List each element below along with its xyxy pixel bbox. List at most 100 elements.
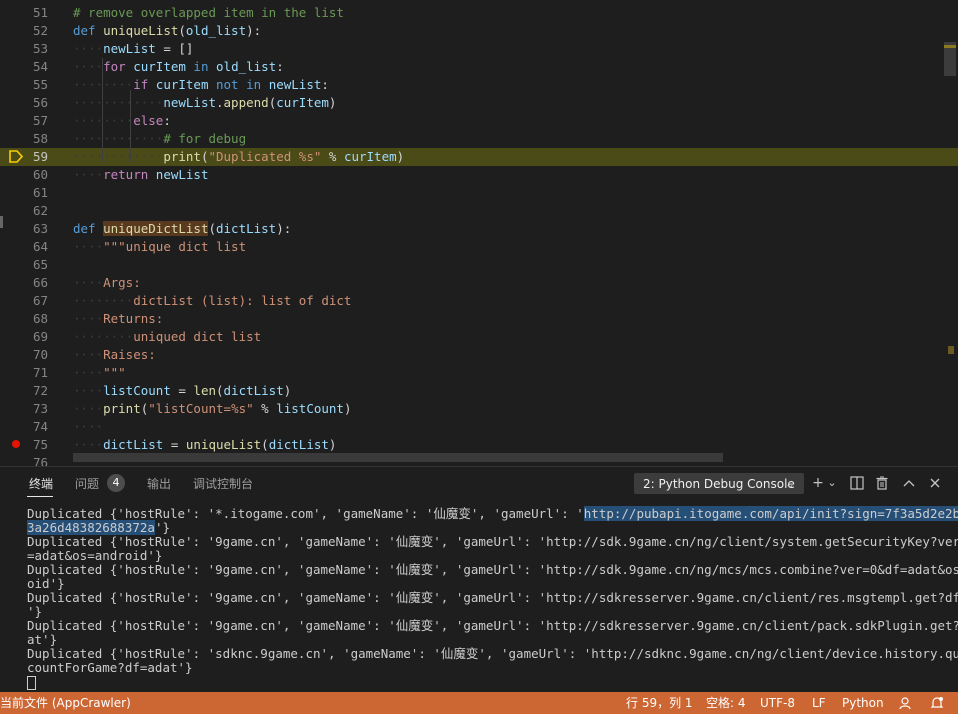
trash-icon[interactable] <box>873 473 891 493</box>
line-number[interactable]: 62 <box>18 202 48 220</box>
code-line[interactable]: 68 ····Returns: <box>0 310 958 328</box>
code-text: ········uniqued dict list <box>73 328 261 346</box>
code-line[interactable]: 65 <box>0 256 958 274</box>
tab-terminal[interactable]: 终端 <box>29 475 53 492</box>
line-number[interactable]: 60 <box>18 166 48 184</box>
line-number[interactable]: 53 <box>18 40 48 58</box>
selected-text: http://pubapi.itogame.com/api/init?sign=… <box>583 506 958 521</box>
status-encoding[interactable]: UTF-8 <box>760 692 795 714</box>
code-token: ) <box>343 401 352 416</box>
code-line[interactable]: 62 <box>0 202 958 220</box>
code-token: curItem <box>343 149 397 164</box>
line-number[interactable]: 71 <box>18 364 48 382</box>
status-eol[interactable]: LF <box>812 692 826 714</box>
notifications-icon[interactable] <box>930 696 944 710</box>
terminal-output[interactable]: Duplicated {'hostRule': '*.itogame.com',… <box>27 506 958 690</box>
tab-problems[interactable]: 问题 <box>75 475 99 492</box>
close-panel-icon[interactable] <box>926 473 944 493</box>
line-number[interactable]: 63 <box>18 220 48 238</box>
code-token: ···· <box>73 275 104 290</box>
line-number[interactable]: 66 <box>18 274 48 292</box>
status-cursor-position[interactable]: 行 59，列 1 <box>626 692 693 714</box>
code-token: uniqueDictList <box>103 221 209 236</box>
breakpoint-dot-icon[interactable] <box>12 440 20 448</box>
code-line[interactable]: 53 ····newList = [] <box>0 40 958 58</box>
code-token: old_list <box>216 59 277 74</box>
code-token: newList <box>163 95 216 110</box>
code-line[interactable]: 59 ············print("Duplicated %s" % cu… <box>0 148 958 166</box>
status-language[interactable]: Python <box>842 692 884 714</box>
code-line[interactable]: 73 ····print("listCount=%s" % listCount) <box>0 400 958 418</box>
terminal-line: countForGame?df=adat'} <box>27 661 941 675</box>
line-number[interactable]: 73 <box>18 400 48 418</box>
code-line[interactable]: 63 def uniqueDictList(dictList): <box>0 220 958 238</box>
terminal-line: Duplicated {'hostRule': '9game.cn', 'gam… <box>27 591 958 605</box>
code-line[interactable]: 60 ····return newList <box>0 166 958 184</box>
tab-debug-console[interactable]: 调试控制台 <box>193 475 253 492</box>
line-number[interactable]: 55 <box>18 76 48 94</box>
code-token: : <box>163 113 171 128</box>
line-number[interactable]: 68 <box>18 310 48 328</box>
code-token: % <box>321 149 344 164</box>
line-number[interactable]: 75 <box>18 436 48 454</box>
code-text: ····"""unique dict list <box>73 238 246 256</box>
line-number[interactable]: 56 <box>18 94 48 112</box>
code-line[interactable]: 58 ············# for debug <box>0 130 958 148</box>
line-number[interactable]: 57 <box>18 112 48 130</box>
split-terminal-icon[interactable] <box>848 473 866 493</box>
code-line[interactable]: 56 ············newList.append(curItem) <box>0 94 958 112</box>
code-token: % <box>253 401 277 416</box>
terminal-line: =adat&os=android'} <box>27 549 941 563</box>
add-terminal-icon[interactable]: + <box>810 473 826 493</box>
line-number[interactable]: 72 <box>18 382 48 400</box>
code-token: . <box>216 95 224 110</box>
feedback-icon[interactable] <box>899 696 913 710</box>
line-number[interactable]: 74 <box>18 418 48 436</box>
code-line[interactable]: 66 ····Args: <box>0 274 958 292</box>
horizontal-scrollbar[interactable] <box>73 453 723 462</box>
code-line[interactable]: 72 ····listCount = len(dictList) <box>0 382 958 400</box>
line-number[interactable]: 70 <box>18 346 48 364</box>
line-number[interactable]: 67 <box>18 292 48 310</box>
code-token: ···· <box>73 383 104 398</box>
code-line[interactable]: 52 def uniqueList(old_list): <box>0 22 958 40</box>
code-line[interactable]: 51 # remove overlapped item in the list <box>0 4 958 22</box>
status-current-file[interactable]: 当前文件 (AppCrawler) <box>0 692 131 714</box>
line-number[interactable]: 64 <box>18 238 48 256</box>
line-number[interactable]: 61 <box>18 184 48 202</box>
code-line[interactable]: 71 ····""" <box>0 364 958 382</box>
line-number[interactable]: 54 <box>18 58 48 76</box>
code-line[interactable]: 54 ····for curItem in old_list: <box>0 58 958 76</box>
maximize-panel-icon[interactable] <box>900 473 918 493</box>
code-editor[interactable]: 51 # remove overlapped item in the list 52… <box>0 0 958 466</box>
line-number[interactable]: 58 <box>18 130 48 148</box>
line-number[interactable]: 65 <box>18 256 48 274</box>
terminal-text: at'} <box>27 632 58 647</box>
terminal-prompt[interactable] <box>27 675 941 690</box>
code-line[interactable]: 61 <box>0 184 958 202</box>
code-line[interactable]: 67 ········dictList (list): list of dict <box>0 292 958 310</box>
code-line[interactable]: 70 ····Raises: <box>0 346 958 364</box>
code-token: : <box>276 59 284 74</box>
code-token: ( <box>216 383 224 398</box>
tab-output[interactable]: 输出 <box>147 475 171 492</box>
terminal-select-value: 2: Python Debug Console <box>643 477 795 491</box>
status-indentation[interactable]: 空格: 4 <box>706 692 746 714</box>
line-number[interactable]: 76 <box>18 454 48 466</box>
code-line[interactable]: 69 ········uniqued dict list <box>0 328 958 346</box>
breakpoint-arrow-icon[interactable] <box>9 150 23 163</box>
chevron-down-icon[interactable]: ⌄ <box>826 473 838 493</box>
terminal-select[interactable]: 2: Python Debug Console ⌄ <box>634 473 804 494</box>
line-number[interactable]: 52 <box>18 22 48 40</box>
code-token: ···· <box>73 401 104 416</box>
code-line[interactable]: 55 ········if curItem not in newList: <box>0 76 958 94</box>
code-token: "Duplicated %s" <box>208 149 322 164</box>
code-line[interactable]: 57 ········else: <box>0 112 958 130</box>
terminal-text: Duplicated {'hostRule': '9game.cn', 'gam… <box>27 590 958 605</box>
code-line[interactable]: 74 ···· <box>0 418 958 436</box>
code-line[interactable]: 75 ····dictList = uniqueList(dictList) <box>0 436 958 454</box>
line-number[interactable]: 69 <box>18 328 48 346</box>
code-token: newList <box>268 77 322 92</box>
line-number[interactable]: 51 <box>18 4 48 22</box>
code-line[interactable]: 64 ····"""unique dict list <box>0 238 958 256</box>
